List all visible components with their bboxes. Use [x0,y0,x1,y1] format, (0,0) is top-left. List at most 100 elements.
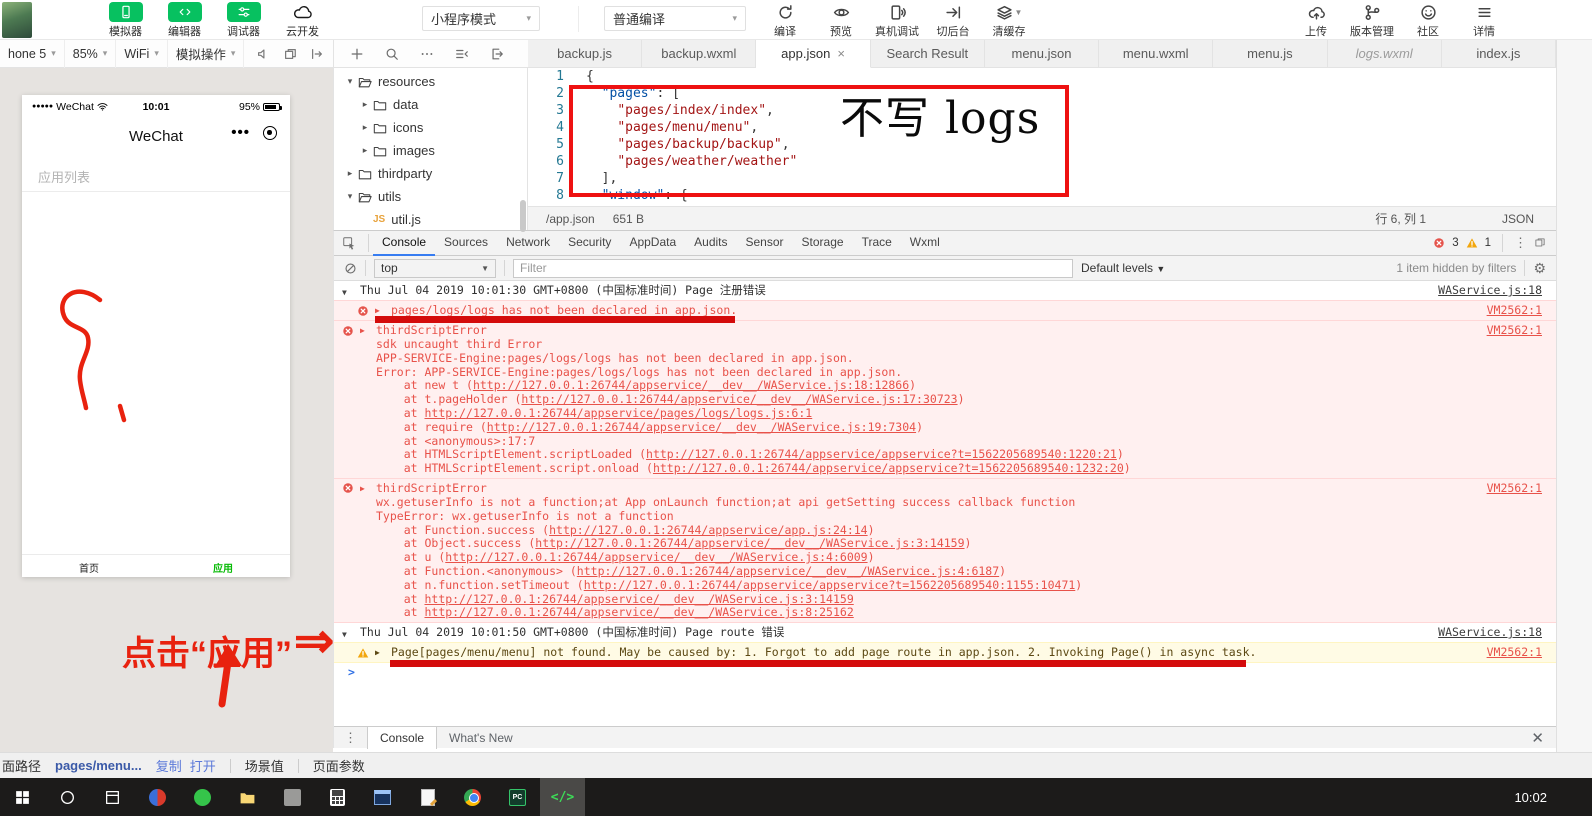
switch-background-button[interactable]: 切后台 [925,2,981,39]
devtools-tab-appdata[interactable]: AppData [620,231,685,256]
taskbar-notes-icon[interactable] [405,778,450,816]
source-location-link[interactable]: VM2562:1 [1487,481,1542,495]
editor-tab-backup-js[interactable]: backup.js [528,40,643,67]
float-window-icon[interactable] [283,47,297,61]
version-control-button[interactable]: 版本管理 [1344,2,1400,39]
console-settings-gear-icon[interactable]: ⚙ [1533,260,1546,277]
open-link[interactable]: 打开 [190,756,216,775]
drawer-menu-icon[interactable]: ⋮ [344,731,357,744]
upload-button[interactable]: 上传 [1288,2,1344,39]
compile-button[interactable]: 编译 [757,2,813,39]
devtools-tab-security[interactable]: Security [559,231,620,256]
taskbar-task-view-icon[interactable] [90,778,135,816]
drawer-tab-what-s-new[interactable]: What's New [437,727,525,749]
expand-triangle-icon[interactable]: ▶ [375,645,380,660]
debugger-button[interactable]: 调试器 [214,2,273,39]
taskbar-pc-manager-icon[interactable]: PC [495,778,540,816]
chevron-right-icon[interactable]: ▸ [359,145,371,156]
source-link[interactable]: http://127.0.0.1:26744/appservice/__dev_… [424,605,853,619]
expand-triangle-icon[interactable]: ▶ [375,303,380,318]
console-group-row[interactable]: ▼ Thu Jul 04 2019 10:01:50 GMT+0800 (中国标准… [334,623,1556,644]
chevron-right-icon[interactable]: ▸ [359,122,371,133]
source-link[interactable]: http://127.0.0.1:26744/appservice/pages/… [424,406,812,420]
compile-mode-dropdown[interactable]: 普通编译 ▾ [604,6,746,31]
error-badge-icon[interactable] [1433,237,1445,249]
console-error-row[interactable]: ▶ thirdScriptError wx.getuserInfo is not a… [334,477,1556,624]
execution-context-dropdown[interactable]: top ▼ [374,258,496,278]
open-in-editor-icon[interactable] [490,47,504,61]
network-dropdown[interactable]: WiFi ▾ [116,39,168,68]
editor-tab-app-json[interactable]: app.json × [756,40,871,68]
code-editor[interactable]: 1{2 "pages": [3 "pages/index/index", 4 "p… [528,68,1556,206]
tree-item-data[interactable]: ▸ data [334,93,527,116]
taskbar-archive-icon[interactable] [270,778,315,816]
copy-link[interactable]: 复制 [156,756,182,775]
device-dropdown[interactable]: hone 5 ▾ [0,39,65,68]
editor-button[interactable]: 编辑器 [155,2,214,39]
chevron-right-icon[interactable]: ▸ [359,99,371,110]
expand-panel-icon[interactable] [310,47,324,61]
devtools-tab-network[interactable]: Network [497,231,559,256]
console-warning-row[interactable]: ▶ Page[pages/menu/menu] not found. May be… [334,642,1556,664]
console-prompt[interactable]: > [334,663,1556,682]
clear-console-icon[interactable] [344,262,357,275]
phone-tab-app[interactable]: 应用 [156,560,290,575]
chevron-down-icon[interactable]: ▾ [344,191,356,202]
phone-tab-home[interactable]: 首页 [22,560,156,575]
collapse-all-icon[interactable] [455,47,469,61]
simulate-actions-dropdown[interactable]: 模拟操作 ▾ [168,39,245,68]
tree-item-util-js[interactable]: JS util.js [334,208,527,231]
zoom-dropdown[interactable]: 85% ▾ [65,39,117,68]
taskbar-wechat-devtools-icon[interactable]: </> [540,778,585,816]
log-levels-dropdown[interactable]: Default levels ▼ [1081,261,1165,275]
source-link[interactable]: http://127.0.0.1:26744/appservice/appser… [646,447,1117,461]
editor-tab-backup-wxml[interactable]: backup.wxml [642,40,757,67]
source-link[interactable]: http://127.0.0.1:26744/appservice/__dev_… [445,550,867,564]
source-link[interactable]: http://127.0.0.1:26744/appservice/__dev_… [473,378,909,392]
details-button[interactable]: 详情 [1456,2,1512,39]
tree-item-resources[interactable]: ▾ resources [334,70,527,93]
close-tab-icon[interactable]: × [837,46,845,61]
expand-triangle-icon[interactable]: ▶ [360,323,365,338]
language-mode[interactable]: JSON [1502,212,1534,226]
editor-tab-menu-wxml[interactable]: menu.wxml [1099,40,1214,67]
source-location-link[interactable]: WAService.js:18 [1438,283,1542,297]
console-group-row[interactable]: ▼ Thu Jul 04 2019 10:01:30 GMT+0800 (中国标准… [334,281,1556,301]
editor-tab-search-result[interactable]: Search Result [871,40,985,67]
taskbar-browser-360-icon[interactable] [135,778,180,816]
preview-button[interactable]: 预览 [813,2,869,39]
taskbar-start-icon[interactable] [0,778,45,816]
tree-item-thirdparty[interactable]: ▸ thirdparty [334,162,527,185]
devtools-tab-wxml[interactable]: Wxml [901,231,949,256]
page-params-label[interactable]: 页面参数 [313,756,365,775]
new-file-icon[interactable] [350,47,364,61]
source-link[interactable]: http://127.0.0.1:26744/appservice/appser… [653,461,1124,475]
tree-item-icons[interactable]: ▸ icons [334,116,527,139]
tree-scrollbar[interactable] [520,200,526,232]
clear-cache-button[interactable]: ▼ 清缓存 [981,2,1037,39]
taskbar-file-explorer-icon[interactable] [225,778,270,816]
editor-tab-menu-js[interactable]: menu.js [1213,40,1328,67]
devtools-tab-audits[interactable]: Audits [685,231,736,256]
editor-tab-logs-wxml[interactable]: logs.wxml [1328,40,1442,67]
source-location-link[interactable]: VM2562:1 [1487,303,1542,317]
mute-icon[interactable] [256,47,270,61]
devtools-tab-sources[interactable]: Sources [435,231,497,256]
taskbar-chrome-icon[interactable] [450,778,495,816]
more-options-icon[interactable] [420,47,434,61]
editor-tab-index-js[interactable]: index.js [1442,40,1556,67]
source-location-link[interactable]: WAService.js:18 [1438,625,1542,639]
close-target-icon[interactable] [263,126,277,140]
taskbar-sql-terminal-icon[interactable] [360,778,405,816]
dock-side-icon[interactable] [1534,237,1546,249]
source-link[interactable]: http://127.0.0.1:26744/appservice/__dev_… [521,392,957,406]
collapse-triangle-icon[interactable]: ▼ [342,627,347,642]
taskbar-thunder-icon[interactable] [180,778,225,816]
page-path-value[interactable]: pages/menu... [55,758,142,773]
drawer-tab-console[interactable]: Console [367,726,438,749]
console-error-row[interactable]: ▶ thirdScriptError sdk uncaught third Erro… [334,320,1556,479]
taskbar-calculator-icon[interactable] [315,778,360,816]
source-link[interactable]: http://127.0.0.1:26744/appservice/__dev_… [577,564,999,578]
devtools-tab-sensor[interactable]: Sensor [737,231,793,256]
tree-item-images[interactable]: ▸ images [334,139,527,162]
